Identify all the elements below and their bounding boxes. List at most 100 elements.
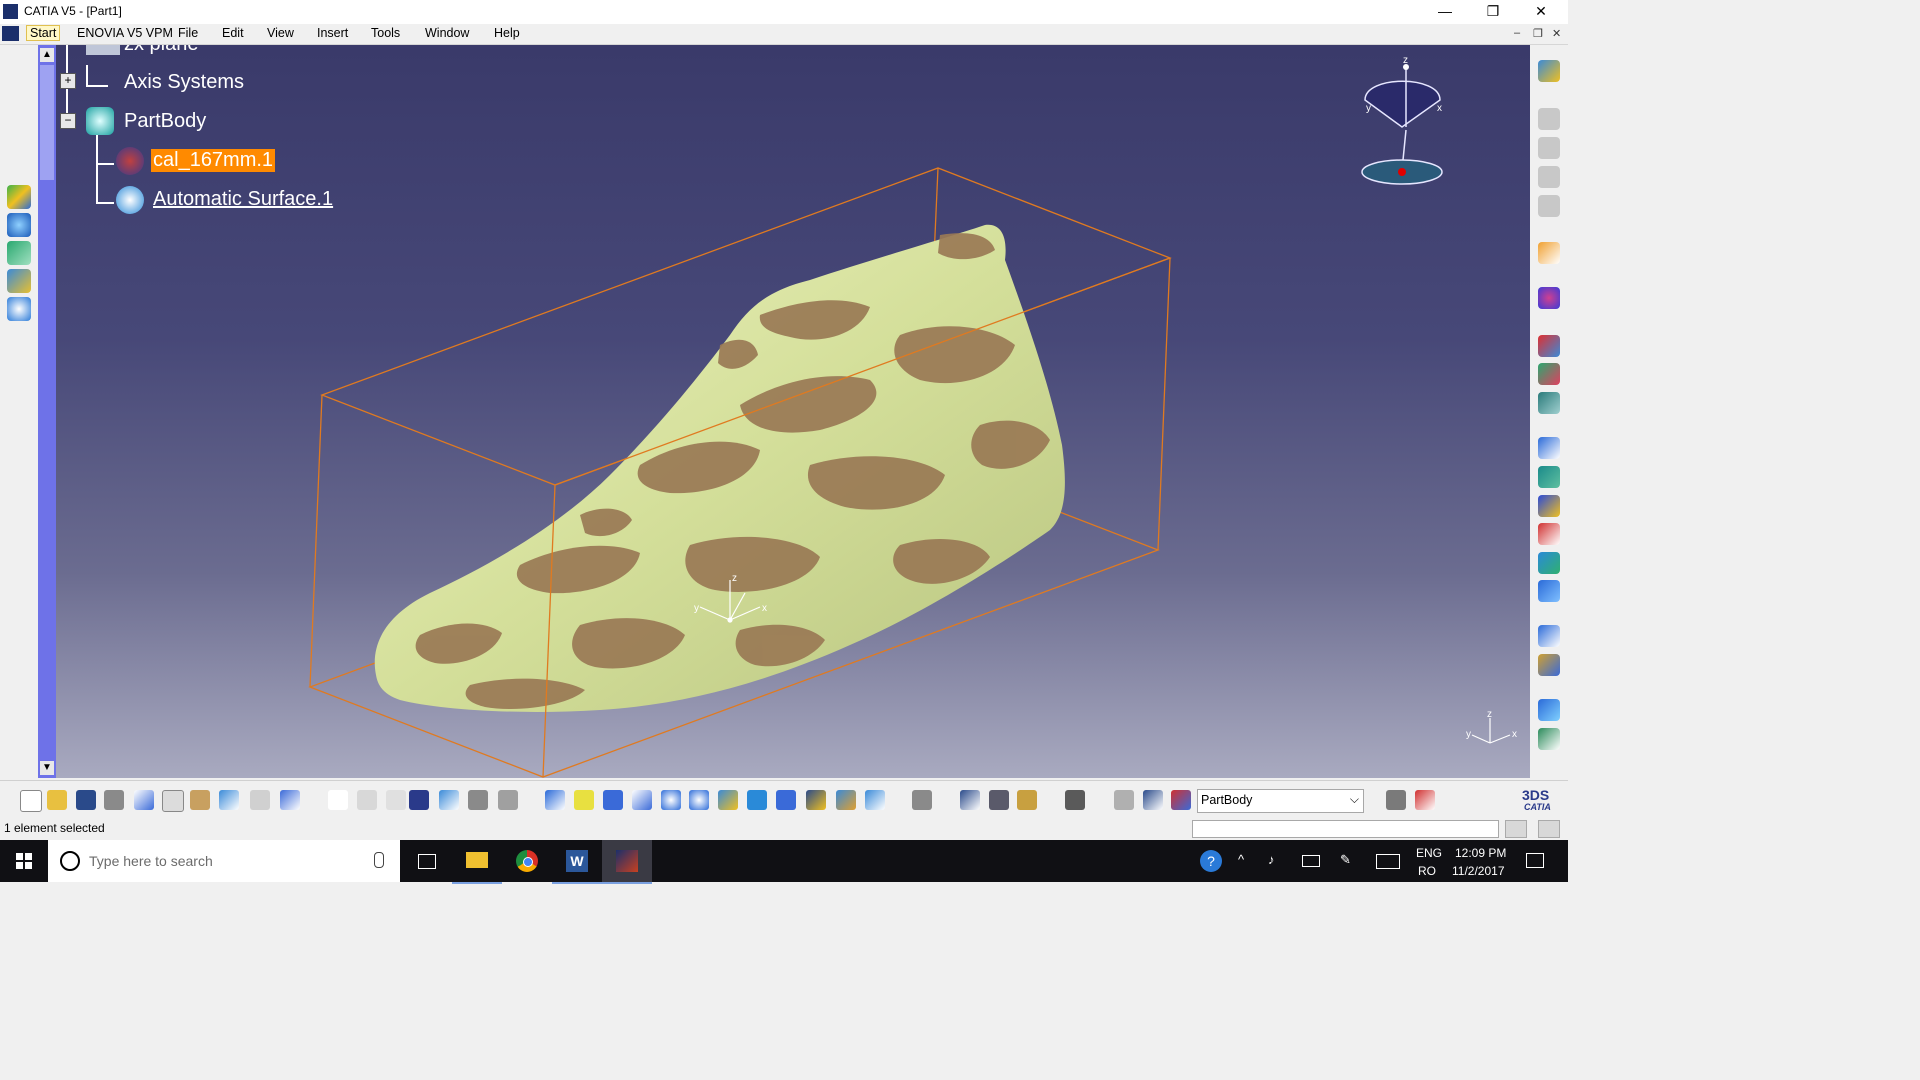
- menu-window[interactable]: Window: [425, 26, 469, 40]
- language-code[interactable]: ENG: [1416, 846, 1442, 860]
- catia-app-icon[interactable]: [3, 4, 18, 19]
- normal-view-icon[interactable]: [718, 790, 738, 810]
- copy-icon[interactable]: [162, 790, 184, 812]
- undo-icon[interactable]: [219, 790, 239, 810]
- catalog-icon[interactable]: [439, 790, 459, 810]
- tree-item-axis-systems[interactable]: Axis Systems: [124, 71, 244, 94]
- chrome-icon[interactable]: [502, 840, 552, 882]
- command-input[interactable]: [1192, 820, 1499, 838]
- offset-tool-icon[interactable]: [1538, 580, 1560, 602]
- measure-tool-icon[interactable]: [1538, 728, 1560, 750]
- collapse-icon[interactable]: −: [60, 113, 76, 129]
- fly-mode-icon[interactable]: [545, 790, 565, 810]
- zoom-in-icon[interactable]: [661, 790, 681, 810]
- new-icon[interactable]: [20, 790, 42, 812]
- geometry-tool-icon[interactable]: [7, 185, 31, 209]
- points-tool-icon[interactable]: [7, 269, 31, 293]
- connect-tool-icon[interactable]: [1538, 495, 1560, 517]
- disabled-tool-icon[interactable]: [1538, 137, 1560, 159]
- windows-start-icon[interactable]: [16, 853, 32, 869]
- doc-close-icon[interactable]: ✕: [1552, 27, 1561, 40]
- loop-tool-icon[interactable]: [1538, 625, 1560, 647]
- cut-icon[interactable]: [134, 790, 154, 810]
- language-layout[interactable]: RO: [1418, 864, 1436, 878]
- blend-tool-icon[interactable]: [1538, 466, 1560, 488]
- scroll-thumb[interactable]: [40, 65, 54, 180]
- task-view-icon[interactable]: [402, 840, 452, 882]
- points-grid-icon[interactable]: [1538, 654, 1560, 676]
- chevron-down-icon[interactable]: ⌵: [1350, 792, 1359, 807]
- disabled-icon[interactable]: [386, 790, 406, 810]
- clock-date[interactable]: 11/2/2017: [1452, 864, 1505, 878]
- close-button[interactable]: ✕: [1518, 0, 1564, 24]
- menu-start[interactable]: Start: [26, 25, 61, 41]
- redo-icon[interactable]: [250, 790, 270, 810]
- status-button-icon[interactable]: [1505, 820, 1527, 838]
- save-icon[interactable]: [76, 790, 96, 810]
- doc-restore-icon[interactable]: ❐: [1533, 27, 1543, 40]
- menu-tools[interactable]: Tools: [371, 26, 400, 40]
- menu-help[interactable]: Help: [494, 26, 520, 40]
- current-body-select[interactable]: PartBody ⌵: [1197, 789, 1364, 813]
- tree-item-partbody[interactable]: PartBody: [124, 110, 206, 133]
- zoom-out-icon[interactable]: [689, 790, 709, 810]
- spline-tool-icon[interactable]: [1538, 437, 1560, 459]
- rotate-icon[interactable]: [632, 790, 652, 810]
- scroll-down-icon[interactable]: ▼: [40, 761, 54, 775]
- notifications-icon[interactable]: [1526, 853, 1544, 868]
- scan-tool-icon[interactable]: [7, 297, 31, 321]
- minimize-button[interactable]: —: [1422, 0, 1468, 24]
- mesh-tool-icon[interactable]: [7, 241, 31, 265]
- cortana-icon[interactable]: [60, 851, 80, 871]
- fit-all-icon[interactable]: [574, 790, 594, 810]
- print-icon[interactable]: [104, 790, 124, 810]
- fill-tool-icon[interactable]: [1538, 392, 1560, 414]
- tree-item-cal-167mm[interactable]: cal_167mm.1: [151, 149, 276, 172]
- sketch-tool-icon[interactable]: [1538, 287, 1560, 309]
- knowledge-icon[interactable]: [357, 790, 377, 810]
- analysis-tool-icon[interactable]: [1538, 699, 1560, 721]
- menu-insert[interactable]: Insert: [317, 26, 348, 40]
- instantiate-icon[interactable]: [498, 790, 518, 810]
- iso-view-icon[interactable]: [776, 790, 796, 810]
- update-icon[interactable]: [1114, 790, 1134, 810]
- doc-minimize-icon[interactable]: –: [1514, 27, 1520, 39]
- shoe-last-model[interactable]: [374, 224, 1065, 712]
- file-explorer-icon[interactable]: [452, 840, 502, 884]
- word-icon[interactable]: W: [552, 840, 602, 884]
- help-tray-icon[interactable]: ?: [1200, 850, 1222, 872]
- select-arrow-icon[interactable]: [1538, 242, 1560, 264]
- disabled-tool-icon[interactable]: [1538, 166, 1560, 188]
- pan-icon[interactable]: [603, 790, 623, 810]
- show-hidden-icons-icon[interactable]: ^: [1238, 852, 1244, 867]
- clock-time[interactable]: 12:09 PM: [1455, 846, 1506, 860]
- cut-tool-icon[interactable]: [1538, 523, 1560, 545]
- pen-icon[interactable]: ✎: [1340, 852, 1351, 868]
- tree-reorder-icon[interactable]: [1143, 790, 1163, 810]
- scroll-up-icon[interactable]: ▲: [40, 48, 54, 62]
- network-tool-icon[interactable]: [1538, 552, 1560, 574]
- tree-scrollbar[interactable]: ▲ ▼: [38, 45, 56, 778]
- swap-space-icon[interactable]: [865, 790, 885, 810]
- table-icon[interactable]: [409, 790, 429, 810]
- volume-icon[interactable]: ♪: [1268, 852, 1275, 867]
- menu-file[interactable]: File: [178, 26, 198, 40]
- microphone-icon[interactable]: [374, 852, 384, 868]
- menu-enovia[interactable]: ENOVIA V5 VPM: [77, 26, 173, 40]
- disabled-tool-icon[interactable]: [1538, 108, 1560, 130]
- multi-view-icon[interactable]: [747, 790, 767, 810]
- taskbar-search-box[interactable]: Type here to search: [48, 840, 400, 882]
- expand-icon[interactable]: +: [60, 73, 76, 89]
- remove-body-icon[interactable]: [1386, 790, 1406, 810]
- curve-tool-icon[interactable]: [1538, 335, 1560, 357]
- hide-show-icon[interactable]: [836, 790, 856, 810]
- status-button-icon[interactable]: [1538, 820, 1560, 838]
- insert-body-icon[interactable]: [1415, 790, 1435, 810]
- inertia-icon[interactable]: [1017, 790, 1037, 810]
- measure-item-icon[interactable]: [989, 790, 1009, 810]
- compass-widget[interactable]: [1361, 64, 1443, 185]
- tree-item-automatic-surface[interactable]: Automatic Surface.1: [153, 188, 333, 211]
- battery-icon[interactable]: [1302, 855, 1320, 867]
- disabled-tool-icon[interactable]: [1538, 195, 1560, 217]
- formula-icon[interactable]: [328, 790, 348, 810]
